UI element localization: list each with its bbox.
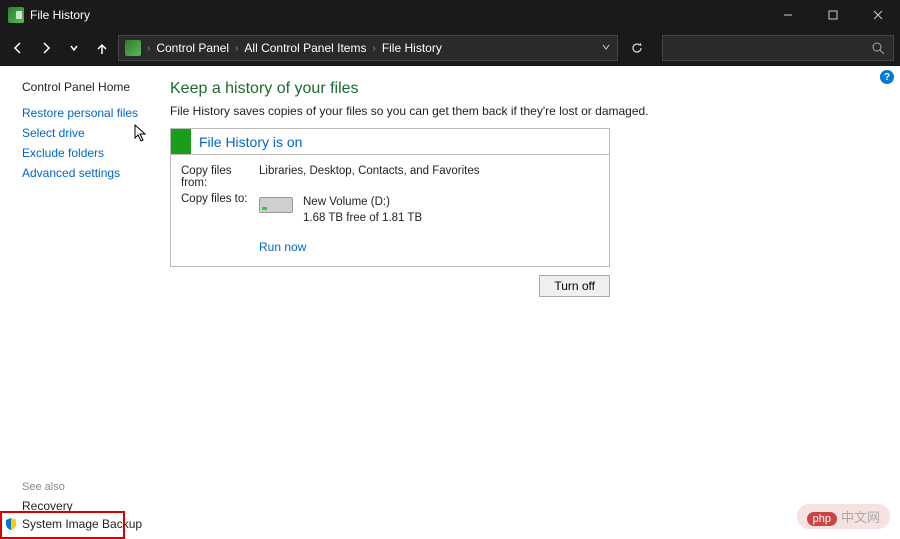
- sidebar: Control Panel Home Restore personal file…: [0, 66, 170, 539]
- page-description: File History saves copies of your files …: [170, 104, 880, 118]
- watermark: php 中文网: [797, 504, 890, 529]
- copy-from-label: Copy files from:: [181, 165, 259, 189]
- chevron-right-icon: ›: [235, 43, 238, 54]
- content-area: Control Panel Home Restore personal file…: [0, 66, 900, 539]
- breadcrumb-file-history[interactable]: File History: [382, 41, 442, 55]
- see-also-heading: See also: [22, 481, 158, 493]
- status-box: File History is on Copy files from: Libr…: [170, 128, 610, 267]
- watermark-badge: php: [807, 512, 837, 526]
- status-header: File History is on: [171, 129, 609, 155]
- breadcrumb-control-panel[interactable]: Control Panel: [156, 41, 229, 55]
- titlebar: File History: [0, 0, 900, 30]
- turn-off-button[interactable]: Turn off: [539, 275, 610, 297]
- copy-from-value: Libraries, Desktop, Contacts, and Favori…: [259, 165, 480, 189]
- drive-name: New Volume (D:): [303, 195, 422, 211]
- chevron-right-icon: ›: [372, 43, 375, 54]
- toolbar: › Control Panel › All Control Panel Item…: [0, 30, 900, 66]
- help-icon[interactable]: ?: [880, 70, 894, 84]
- back-button[interactable]: [6, 36, 30, 60]
- control-panel-home-link[interactable]: Control Panel Home: [22, 80, 158, 94]
- up-button[interactable]: [90, 36, 114, 60]
- maximize-button[interactable]: [810, 0, 855, 30]
- select-drive-link[interactable]: Select drive: [22, 126, 158, 140]
- status-indicator-icon: [171, 129, 191, 154]
- chevron-right-icon: ›: [147, 43, 150, 54]
- main-panel: ? Keep a history of your files File Hist…: [170, 66, 900, 539]
- restore-personal-files-link[interactable]: Restore personal files: [22, 106, 158, 120]
- app-icon: [8, 7, 24, 23]
- address-dropdown[interactable]: [601, 41, 611, 55]
- system-image-backup-link[interactable]: System Image Backup: [22, 517, 142, 531]
- status-text: File History is on: [191, 134, 302, 150]
- recovery-link[interactable]: Recovery: [22, 499, 158, 513]
- window-title: File History: [30, 8, 765, 22]
- search-icon: [872, 42, 885, 55]
- recent-dropdown[interactable]: [62, 36, 86, 60]
- page-heading: Keep a history of your files: [170, 80, 880, 98]
- run-now-link[interactable]: Run now: [259, 240, 599, 254]
- watermark-text: 中文网: [841, 510, 880, 525]
- copy-to-label: Copy files to:: [181, 193, 259, 226]
- path-icon: [125, 40, 141, 56]
- forward-button[interactable]: [34, 36, 58, 60]
- advanced-settings-link[interactable]: Advanced settings: [22, 166, 158, 180]
- refresh-button[interactable]: [622, 41, 652, 55]
- search-box[interactable]: [662, 35, 894, 61]
- exclude-folders-link[interactable]: Exclude folders: [22, 146, 158, 160]
- drive-space: 1.68 TB free of 1.81 TB: [303, 211, 422, 227]
- drive-icon: [259, 197, 293, 213]
- breadcrumb-all-items[interactable]: All Control Panel Items: [244, 41, 366, 55]
- minimize-button[interactable]: [765, 0, 810, 30]
- address-bar[interactable]: › Control Panel › All Control Panel Item…: [118, 35, 618, 61]
- shield-icon: [4, 517, 18, 531]
- close-button[interactable]: [855, 0, 900, 30]
